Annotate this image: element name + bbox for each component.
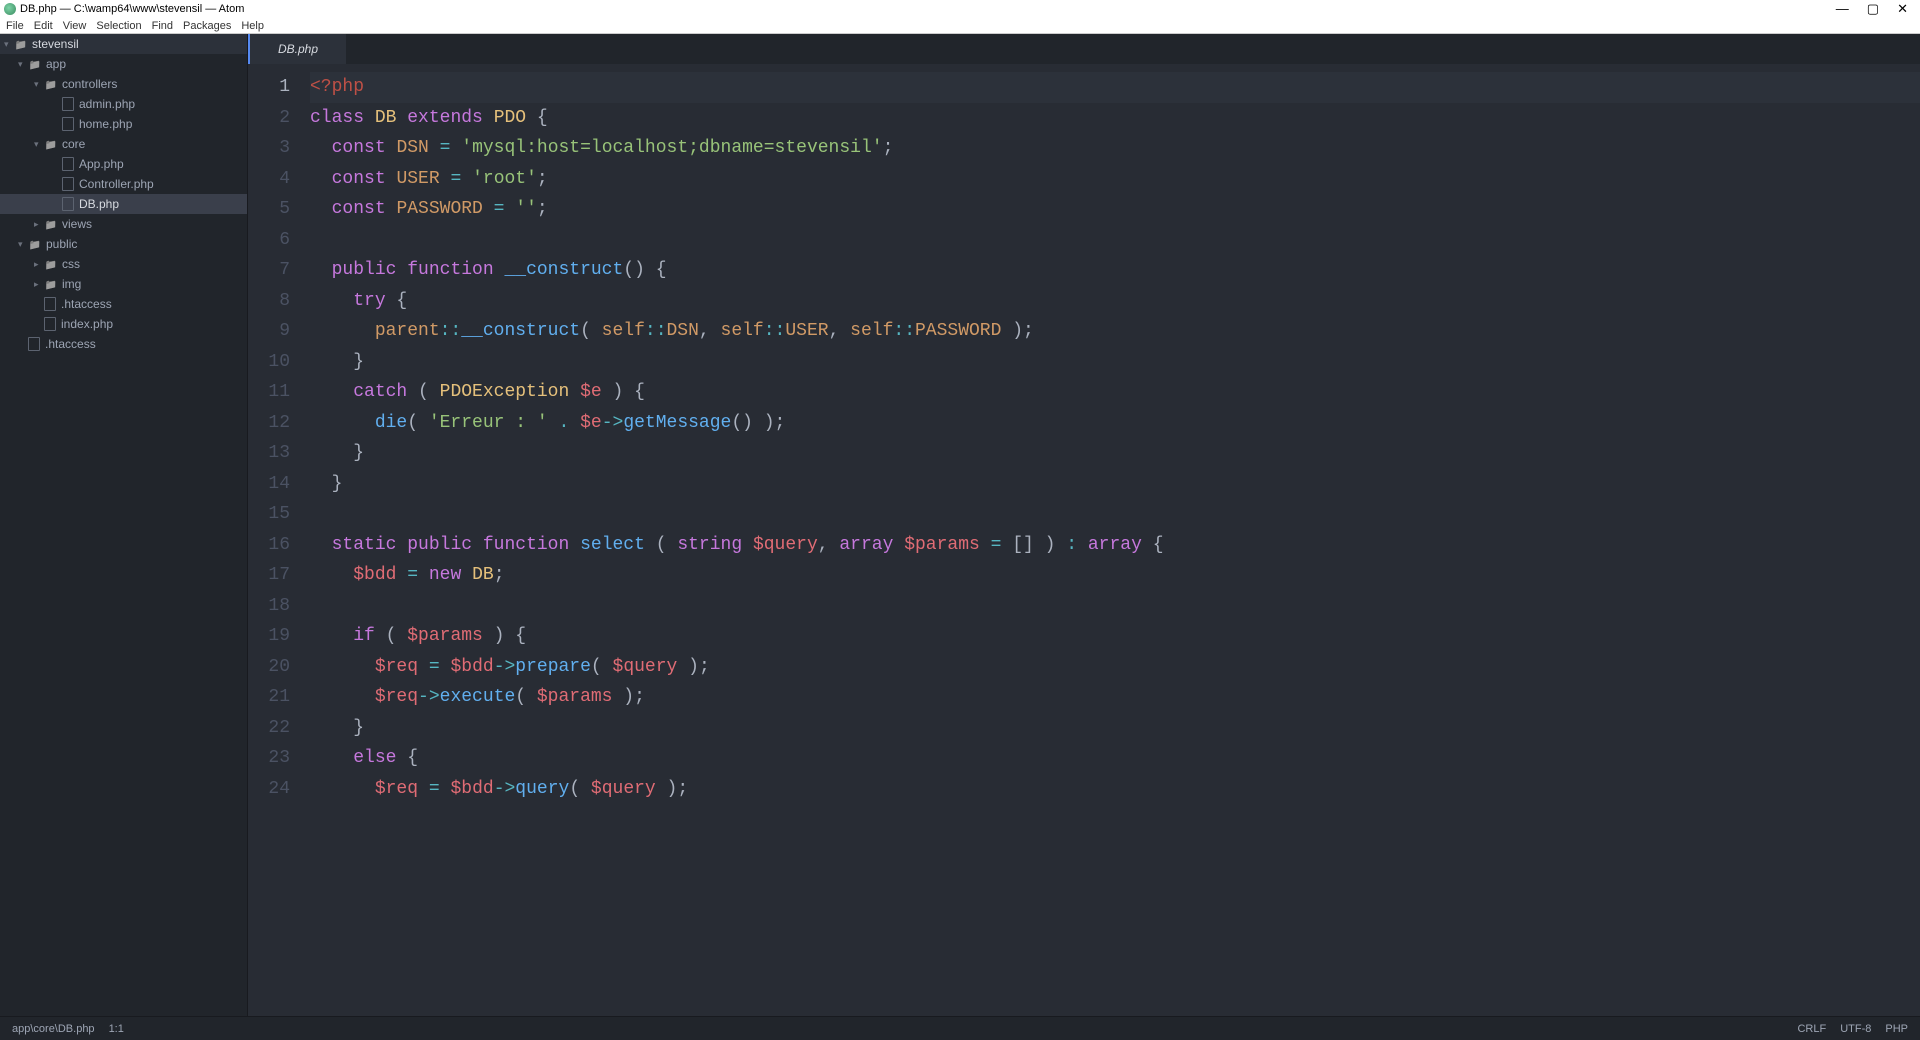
menu-file[interactable]: File (6, 20, 24, 32)
tree-item-label: App.php (79, 157, 124, 171)
menu-edit[interactable]: Edit (34, 20, 53, 32)
tree-folder-img[interactable]: ▸ img (0, 274, 247, 294)
project-root-label: stevensil (32, 37, 79, 51)
window-minimize-button[interactable]: — (1836, 1, 1849, 17)
tree-item-label: .htaccess (61, 297, 112, 311)
tree-file-admin-php[interactable]: admin.php (0, 94, 247, 114)
line-number-gutter: 123456789101112131415161718192021222324 (248, 64, 306, 1016)
folder-icon (44, 137, 58, 151)
window-maximize-button[interactable]: ▢ (1867, 1, 1879, 17)
tree-item-label: core (62, 137, 85, 151)
folder-icon (44, 277, 58, 291)
chevron-down-icon: ▾ (18, 59, 28, 70)
file-icon (62, 177, 74, 191)
file-icon (62, 197, 74, 211)
tree-item-label: css (62, 257, 80, 271)
project-root[interactable]: ▾ stevensil (0, 34, 247, 54)
tab-db-php[interactable]: DB.php (248, 34, 346, 64)
menu-find[interactable]: Find (152, 20, 173, 32)
tree-file--htaccess[interactable]: .htaccess (0, 334, 247, 354)
menu-help[interactable]: Help (241, 20, 264, 32)
status-encoding[interactable]: UTF-8 (1840, 1023, 1871, 1035)
tree-item-label: img (62, 277, 81, 291)
menu-view[interactable]: View (63, 20, 87, 32)
code-area[interactable]: <?phpclass DB extends PDO { const DSN = … (306, 64, 1920, 1016)
tree-item-label: views (62, 217, 92, 231)
tree-file-controller-php[interactable]: Controller.php (0, 174, 247, 194)
tree-item-label: Controller.php (79, 177, 154, 191)
file-icon (44, 317, 56, 331)
tree-file-db-php[interactable]: DB.php (0, 194, 247, 214)
status-bar: app\core\DB.php 1:1 CRLF UTF-8 PHP (0, 1016, 1920, 1040)
folder-icon (44, 217, 58, 231)
chevron-down-icon: ▾ (4, 39, 14, 50)
tree-item-label: public (46, 237, 77, 251)
chevron-right-icon: ▸ (34, 259, 44, 270)
tab-label: DB.php (278, 42, 318, 56)
atom-app-icon (4, 3, 16, 15)
menu-selection[interactable]: Selection (96, 20, 141, 32)
tree-folder-views[interactable]: ▸ views (0, 214, 247, 234)
folder-icon (28, 237, 42, 251)
tree-file--htaccess[interactable]: .htaccess (0, 294, 247, 314)
status-file-path[interactable]: app\core\DB.php (12, 1023, 95, 1035)
folder-icon (14, 37, 28, 51)
chevron-down-icon: ▾ (34, 139, 44, 150)
menu-packages[interactable]: Packages (183, 20, 231, 32)
tree-item-label: DB.php (79, 197, 119, 211)
tree-item-label: controllers (62, 77, 117, 91)
folder-icon (28, 57, 42, 71)
chevron-down-icon: ▾ (34, 79, 44, 90)
chevron-right-icon: ▸ (34, 279, 44, 290)
window-close-button[interactable]: ✕ (1897, 1, 1908, 17)
tree-folder-controllers[interactable]: ▾ controllers (0, 74, 247, 94)
window-title: DB.php — C:\wamp64\www\stevensil — Atom (20, 3, 244, 15)
code-editor[interactable]: 123456789101112131415161718192021222324 … (248, 64, 1920, 1016)
editor-pane: DB.php 123456789101112131415161718192021… (247, 34, 1920, 1016)
menu-bar: File Edit View Selection Find Packages H… (0, 18, 1920, 34)
status-cursor-pos[interactable]: 1:1 (109, 1023, 124, 1035)
folder-icon (44, 77, 58, 91)
chevron-right-icon: ▸ (34, 219, 44, 230)
tree-item-label: .htaccess (45, 337, 96, 351)
tree-file-index-php[interactable]: index.php (0, 314, 247, 334)
tree-folder-app[interactable]: ▾ app (0, 54, 247, 74)
file-icon (44, 297, 56, 311)
file-icon (62, 97, 74, 111)
folder-icon (44, 257, 58, 271)
status-line-ending[interactable]: CRLF (1797, 1023, 1826, 1035)
file-icon (62, 117, 74, 131)
tree-item-label: home.php (79, 117, 132, 131)
tab-bar[interactable]: DB.php (248, 34, 1920, 64)
window-titlebar: DB.php — C:\wamp64\www\stevensil — Atom … (0, 0, 1920, 18)
tree-folder-core[interactable]: ▾ core (0, 134, 247, 154)
file-icon (28, 337, 40, 351)
tree-item-label: index.php (61, 317, 113, 331)
tree-folder-css[interactable]: ▸ css (0, 254, 247, 274)
tree-file-app-php[interactable]: App.php (0, 154, 247, 174)
tree-folder-public[interactable]: ▾ public (0, 234, 247, 254)
project-sidebar[interactable]: ▾ stevensil ▾app▾controllers admin.php h… (0, 34, 247, 1016)
tree-item-label: admin.php (79, 97, 135, 111)
chevron-down-icon: ▾ (18, 239, 28, 250)
tree-file-home-php[interactable]: home.php (0, 114, 247, 134)
file-icon (62, 157, 74, 171)
status-language[interactable]: PHP (1885, 1023, 1908, 1035)
tree-item-label: app (46, 57, 66, 71)
